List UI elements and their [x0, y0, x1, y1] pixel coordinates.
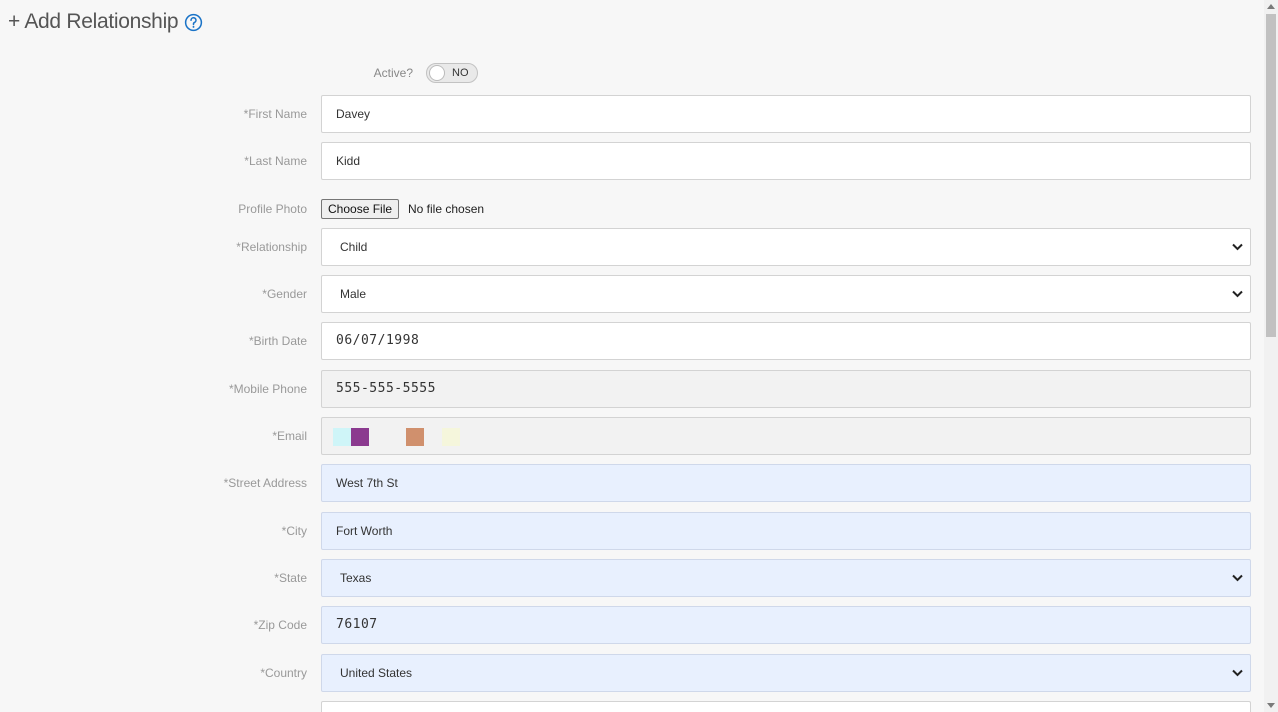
active-row: Active? NO [0, 62, 1264, 86]
relationship-label: *Relationship [236, 240, 307, 254]
page-title-text: + Add Relationship [8, 10, 179, 33]
zip-code-input[interactable]: 76107 [321, 606, 1251, 644]
last-name-row: *Last Name Kidd [0, 142, 1264, 180]
chevron-down-icon [1232, 669, 1243, 677]
redacted-swatch [442, 428, 460, 446]
street-address-input[interactable]: West 7th St [321, 464, 1251, 502]
scroll-thumb[interactable] [1266, 14, 1276, 337]
country-row: *Country United States [0, 654, 1264, 692]
state-label: *State [274, 571, 307, 585]
last-name-input[interactable]: Kidd [321, 142, 1251, 180]
scroll-down-arrow-icon[interactable] [1267, 703, 1275, 708]
choose-file-button[interactable]: Choose File [321, 199, 400, 219]
relationship-value: Child [340, 240, 368, 254]
gender-row: *Gender Male [0, 275, 1264, 313]
chevron-down-icon [1232, 290, 1243, 298]
chevron-down-icon [1232, 574, 1243, 582]
gender-label: *Gender [262, 287, 307, 301]
mobile-phone-input[interactable]: 555-555-5555 [321, 370, 1251, 408]
city-row: *City Fort Worth [0, 512, 1264, 550]
email-row: *Email [0, 417, 1264, 455]
profile-photo-label: Profile Photo [238, 202, 307, 216]
email-input[interactable] [321, 417, 1251, 455]
toggle-state: NO [452, 67, 469, 79]
redacted-swatch [333, 428, 351, 446]
toggle-knob [429, 65, 445, 81]
relationship-select[interactable]: Child [321, 228, 1251, 266]
birth-date-input[interactable]: 06/07/1998 [321, 322, 1251, 360]
street-address-row: *Street Address West 7th St [0, 464, 1264, 502]
redacted-swatch [351, 428, 369, 446]
mobile-phone-row: *Mobile Phone 555-555-5555 [0, 370, 1264, 408]
scroll-up-arrow-icon[interactable] [1267, 4, 1275, 9]
state-value: Texas [340, 571, 372, 585]
zip-code-row: *Zip Code 76107 [0, 606, 1264, 644]
gender-value: Male [340, 287, 367, 301]
country-select[interactable]: United States [321, 654, 1251, 692]
country-label: *Country [260, 666, 307, 680]
state-row: *State Texas [0, 559, 1264, 597]
redacted-swatch [406, 428, 424, 446]
country-value: United States [340, 666, 413, 680]
birth-date-row: *Birth Date 06/07/1998 [0, 322, 1264, 360]
city-label: *City [281, 524, 307, 538]
last-name-label: *Last Name [244, 154, 307, 168]
first-name-row: *First Name Davey [0, 95, 1264, 133]
next-field-input[interactable] [321, 701, 1251, 712]
city-input[interactable]: Fort Worth [321, 512, 1251, 550]
zip-code-label: *Zip Code [253, 618, 307, 632]
page-title: + Add Relationship [8, 8, 203, 36]
gender-select[interactable]: Male [321, 275, 1251, 313]
state-select[interactable]: Texas [321, 559, 1251, 597]
active-toggle[interactable]: NO [426, 63, 478, 83]
question-circle-icon[interactable] [184, 13, 203, 32]
scrollbar[interactable] [1264, 0, 1278, 712]
profile-photo-row: Profile Photo Choose File No file chosen [0, 198, 1264, 220]
email-label: *Email [272, 429, 307, 443]
relationship-row: *Relationship Child [0, 228, 1264, 266]
first-name-input[interactable]: Davey [321, 95, 1251, 133]
first-name-label: *First Name [243, 107, 307, 121]
next-field-row [0, 701, 1264, 712]
active-label: Active? [373, 66, 413, 80]
file-status-text: No file chosen [408, 202, 485, 216]
birth-date-label: *Birth Date [248, 334, 307, 348]
chevron-down-icon [1232, 243, 1243, 251]
street-address-label: *Street Address [223, 476, 307, 490]
mobile-phone-label: *Mobile Phone [228, 382, 307, 396]
